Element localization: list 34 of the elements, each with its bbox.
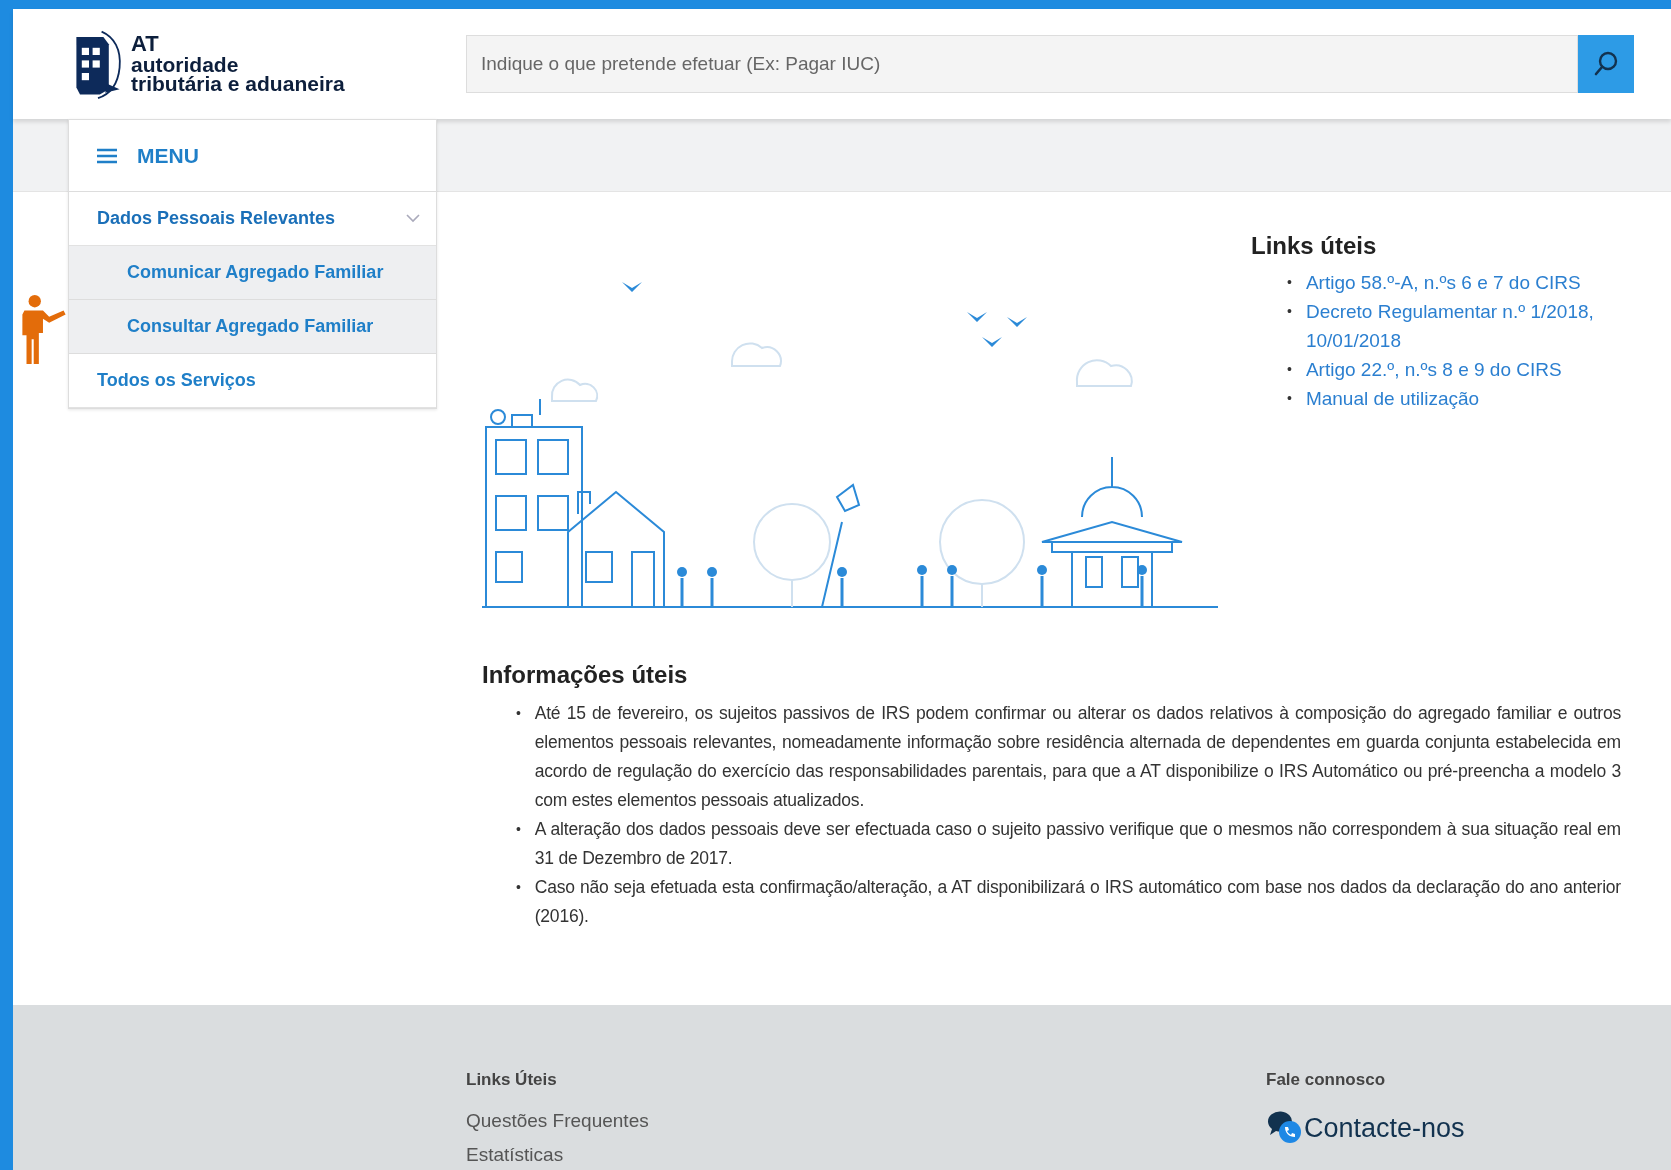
bullet: • <box>516 704 521 723</box>
logo-text: tributária e aduaneira <box>131 74 345 95</box>
bullet: • <box>1287 389 1292 408</box>
paragraph: Até 15 de fevereiro, os sujeitos passivos de IRS podem confirmar ou alterar os dados relativos à composição do agregado familiar e outros elementos pessoais relevantes, nomeadamente informação sobre residência alternada de dependentes em guarda conjunta estabelecida em acordo de regulação do exercício das responsabilidades parentais, para que a AT disponibilize o IRS Automático ou pré-preencha a modelo 3 com estes elementos pessoais atualizados. <box>534 702 1621 812</box>
search-field[interactable]: Indique o que pretende efetuar (Ex: Pagar IUC) <box>466 35 1578 93</box>
menu-item[interactable]: Todos os Serviços <box>69 354 436 408</box>
bullet: • <box>1287 302 1292 321</box>
bullet: • <box>516 820 521 839</box>
chevron-icon <box>406 214 420 223</box>
contact-link[interactable]: Contacte-nos <box>1266 1110 1671 1144</box>
section-heading: Links úteis <box>1251 232 1378 260</box>
link[interactable]: Artigo 58.º-A, n.ºs 6 e 7 do CIRS <box>1305 268 1596 297</box>
submenu-item[interactable]: Comunicar Agregado Familiar <box>69 246 436 300</box>
bullet: • <box>516 878 521 897</box>
search-button[interactable] <box>1578 35 1634 93</box>
logo-text: autoridade <box>131 54 240 75</box>
link[interactable]: Artigo 22.º, n.ºs 8 e 9 do CIRS <box>1305 355 1596 384</box>
footer-link[interactable]: Questões Frequentes <box>466 1104 1266 1138</box>
submenu-item[interactable]: Consultar Agregado Familiar <box>69 300 436 354</box>
footer-heading: Links Úteis <box>466 1070 558 1090</box>
link[interactable]: Decreto Regulamentar n.º 1/2018, 10/01/2018 <box>1305 297 1596 355</box>
chat-bubbles-icon <box>1266 1110 1302 1144</box>
bullet: • <box>1287 360 1292 379</box>
menu-button[interactable]: MENU <box>69 120 436 192</box>
link[interactable]: Manual de utilização <box>1305 384 1596 413</box>
search-icon <box>1592 50 1620 78</box>
footer-heading: Fale connosco <box>1266 1070 1387 1090</box>
paragraph: Caso não seja efetuada esta confirmação/alteração, a AT disponibilizará o IRS automático com base nos dados da declaração do ano anterior (2016). <box>534 876 1621 928</box>
logo-abbreviation: AT <box>131 33 160 55</box>
section-heading: Informações úteis <box>482 661 689 689</box>
bullet: • <box>1287 273 1292 292</box>
menu-icon <box>97 147 117 164</box>
paragraph: A alteração dos dados pessoais deve ser efectuada caso o sujeito passivo verifique que o mesmos não correspondem à sua situação real em 31 de Dezembro de 2017. <box>534 818 1621 870</box>
footer-link[interactable]: Estatísticas <box>466 1138 1266 1170</box>
